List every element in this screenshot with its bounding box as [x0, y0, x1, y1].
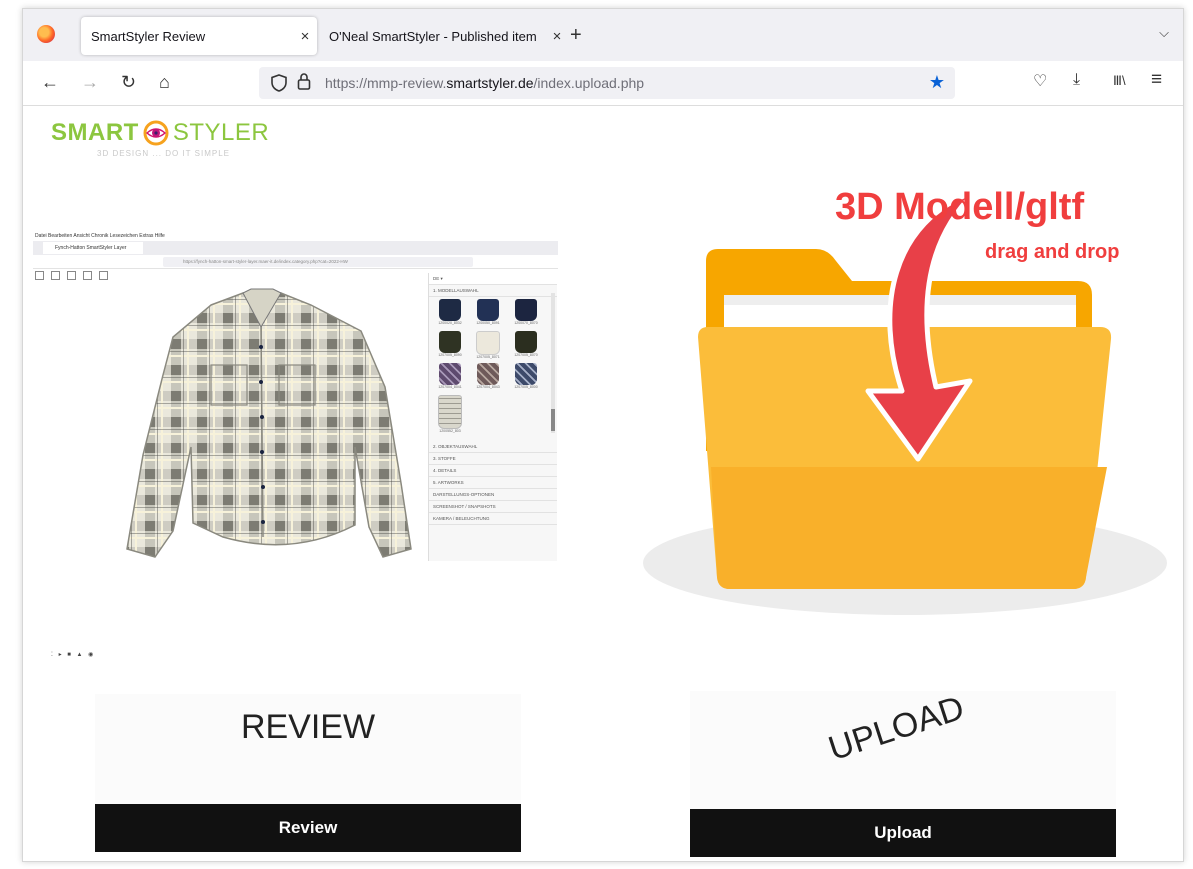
bookmark-star-icon[interactable]: ★: [929, 72, 945, 93]
preview-thumb: 1207005_8090: [433, 331, 467, 359]
preview-tool-icon: [99, 271, 108, 280]
downloads-icon[interactable]: ⤓: [1073, 71, 1080, 89]
library-icon[interactable]: Ⅲ\: [1113, 73, 1126, 89]
smartstyler-logo[interactable]: SMART STYLER: [51, 118, 269, 148]
preview-thumb: 1200020_8032: [433, 299, 467, 327]
navigation-bar: ← → ↻ ⌂ https://mmp-review.smartstyler.d…: [23, 61, 1183, 106]
thumb-caption: 1200050_8091: [476, 321, 500, 325]
url-domain: smartstyler.de: [446, 75, 534, 91]
logo-tagline: 3D DESIGN ... DO IT SIMPLE: [97, 149, 230, 158]
thumb-caption: 1207005_8000: [514, 385, 538, 389]
firefox-icon: [37, 25, 55, 43]
shirt-thumb-image: [477, 299, 499, 321]
preview-scrollbar-thumb: [551, 409, 555, 431]
review-preview-screenshot[interactable]: Datei Bearbeiten Ansicht Chronik Lesezei…: [33, 231, 558, 561]
url-path: /index.upload.php: [533, 75, 645, 91]
review-button[interactable]: Review: [95, 804, 521, 852]
shirt-thumb-image: [439, 363, 461, 385]
preview-config-panel: DE ▾ 1. MODELLAUSWAHL 1200020_8032 12000…: [428, 273, 557, 561]
forward-arrow-icon[interactable]: →: [81, 71, 99, 93]
preview-menu-bar: Datei Bearbeiten Ansicht Chronik Lesezei…: [35, 233, 165, 239]
preview-panel-item: DARSTELLUNGS-OPTIONEN: [429, 489, 557, 501]
shirt-thumb-image: [476, 331, 500, 355]
shirt-thumb-image: [477, 363, 499, 385]
preview-tool-icon: [35, 271, 44, 280]
thumb-caption: 1200020_8032: [438, 321, 462, 325]
new-tab-button[interactable]: +: [570, 25, 582, 45]
page-content: SMART STYLER 3D DESIGN ... DO IT SIMPLE …: [23, 106, 1183, 861]
preview-tool-icon: [67, 271, 76, 280]
tab-title: O'Neal SmartStyler - Published item: [329, 28, 537, 44]
preview-thumb: 1207004_8041: [433, 363, 467, 391]
preview-tool-icon: [51, 271, 60, 280]
tab-oneal-smartstyler[interactable]: O'Neal SmartStyler - Published item ×: [319, 17, 569, 55]
preview-thumb: 1200050_8091: [471, 299, 505, 327]
upload-subheading: drag and drop: [985, 241, 1120, 263]
preview-tab: Fynch-Hatton SmartStyler Layer: [43, 242, 143, 254]
preview-thumb: 1200070_8070: [509, 299, 543, 327]
shirt-thumb-image: [439, 299, 461, 321]
preview-thumb: 1200552_803: [433, 395, 467, 435]
shirt-thumb-image: [515, 331, 537, 353]
shirt-thumb-image: [439, 331, 461, 353]
reload-icon[interactable]: ↻: [121, 71, 136, 93]
plaid-shirt-image: [126, 288, 412, 558]
preview-panel-item: 5. ARTWORKS: [429, 477, 557, 489]
shirt-thumb-image: [515, 363, 537, 385]
close-tab-icon[interactable]: ×: [545, 28, 569, 45]
thumb-caption: 1207005_8090: [438, 353, 462, 357]
url-prefix: https://mmp-review.: [325, 75, 447, 91]
preview-panel-sections: 2. OBJEKTAUSWAHL 3. STOFFE 4. DETAILS 5.…: [429, 441, 557, 525]
thumb-caption: 1200552_803: [439, 429, 461, 433]
thumb-caption: 1207005_8071: [476, 355, 500, 359]
thumb-caption: 1207004_8043: [476, 385, 500, 389]
preview-toolbar: [35, 271, 108, 283]
shirt-thumb-image: [438, 395, 462, 429]
url-text[interactable]: https://mmp-review.smartstyler.de/index.…: [325, 75, 644, 91]
preview-thumb: 1207005_8000: [509, 363, 543, 391]
tab-title: SmartStyler Review: [91, 28, 206, 44]
preview-panel-item: 2. OBJEKTAUSWAHL: [429, 441, 557, 453]
logo-styler-text: STYLER: [172, 119, 270, 146]
preview-thumbnail-grid: 1200020_8032 1200050_8091 1200070_8070 1…: [433, 299, 547, 435]
shirt-thumb-image: [515, 299, 537, 321]
logo-eye-icon: [143, 120, 169, 146]
lock-icon[interactable]: [297, 72, 311, 90]
thumb-caption: 1207005_8070: [514, 353, 538, 357]
upload-card-title: UPLOAD: [823, 688, 969, 769]
browser-window: SmartStyler Review × O'Neal SmartStyler …: [22, 8, 1184, 862]
preview-url: https://fynch-hatton-smart-styler-layer.…: [163, 257, 473, 267]
upload-heading: 3D Modell/gltf: [835, 186, 1085, 228]
preview-panel-item: 1. MODELLAUSWAHL: [429, 285, 557, 297]
preview-panel-item: KAMERA / BELEUCHTUNG: [429, 513, 557, 525]
logo-smart-text: SMART: [51, 119, 139, 146]
upload-card: UPLOAD Upload: [690, 688, 1116, 857]
review-card-image[interactable]: REVIEW: [95, 694, 521, 804]
preview-panel-item: SCREENSHOT / SNAPSHOTS: [429, 501, 557, 513]
preview-panel-item: 3. STOFFE: [429, 453, 557, 465]
tab-smartstyler-review[interactable]: SmartStyler Review ×: [81, 17, 317, 55]
preview-tool-icon: [83, 271, 92, 280]
tracking-protection-shield-icon[interactable]: [271, 74, 287, 92]
close-tab-icon[interactable]: ×: [293, 28, 317, 45]
upload-button[interactable]: Upload: [690, 809, 1116, 857]
tab-strip: SmartStyler Review × O'Neal SmartStyler …: [23, 9, 1183, 61]
thumb-caption: 1207004_8041: [438, 385, 462, 389]
back-arrow-icon[interactable]: ←: [41, 71, 59, 93]
app-menu-icon[interactable]: ≡: [1151, 69, 1162, 91]
pocket-icon[interactable]: ♡: [1033, 71, 1047, 91]
preview-panel-item: 4. DETAILS: [429, 465, 557, 477]
preview-lang-select: DE ▾: [429, 273, 557, 285]
preview-thumb: 1207005_8071: [471, 331, 505, 359]
preview-thumb: 1207005_8070: [509, 331, 543, 359]
upload-card-image[interactable]: UPLOAD: [690, 688, 1116, 809]
home-icon[interactable]: ⌂: [159, 71, 170, 93]
url-bar[interactable]: https://mmp-review.smartstyler.de/index.…: [259, 67, 955, 99]
thumb-caption: 1200070_8070: [514, 321, 538, 325]
list-all-tabs-icon[interactable]: ⌵: [1159, 25, 1169, 41]
preview-bottom-icons: ⁚ ▸ ■ ▲ ◉: [51, 652, 96, 658]
preview-thumb: 1207004_8043: [471, 363, 505, 391]
review-card-title: REVIEW: [240, 708, 376, 746]
review-card: REVIEW Review: [95, 694, 521, 854]
